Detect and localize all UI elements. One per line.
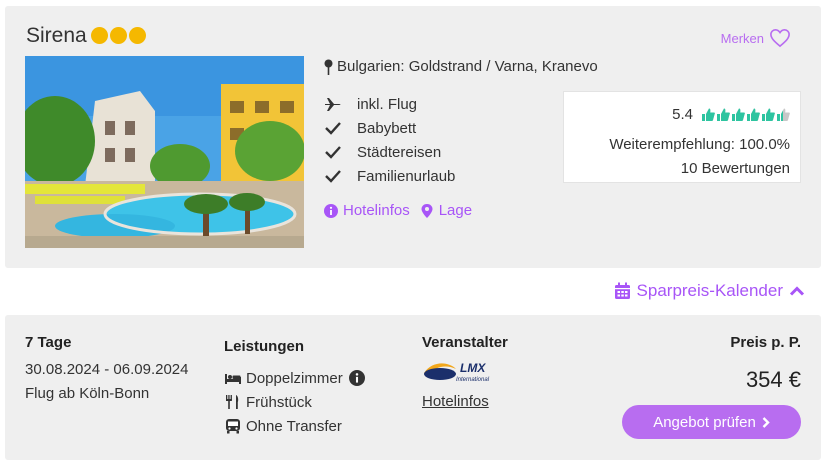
hotel-photo[interactable] — [25, 56, 304, 248]
lmx-logo-icon: LMX International — [424, 361, 490, 383]
calendar-label: Sparpreis-Kalender — [636, 281, 783, 300]
operator-logo: LMX International — [422, 357, 502, 385]
services-title: Leistungen — [224, 338, 305, 355]
calendar-icon — [614, 282, 630, 299]
merken-button[interactable]: Merken — [721, 28, 791, 48]
thumbs-rating — [701, 107, 790, 122]
bed-icon — [225, 374, 241, 384]
price-label: Preis p. P. — [730, 334, 801, 351]
operator-title: Veranstalter — [422, 334, 508, 351]
star-rating — [91, 27, 146, 44]
offer-operator-column: Veranstalter LMX International Hotelinfo… — [422, 334, 508, 410]
hotel-links: Hotelinfos Lage — [324, 202, 472, 219]
rating-score: 5.4 — [672, 106, 693, 123]
cutlery-icon — [226, 395, 239, 409]
offer-departure: Flug ab Köln-Bonn — [25, 385, 150, 402]
lage-link[interactable]: Lage — [420, 202, 472, 219]
info-icon[interactable] — [348, 370, 366, 386]
rating-score-row: 5.4 — [672, 106, 790, 123]
lage-label: Lage — [438, 202, 473, 219]
hotel-location: Bulgarien: Goldstrand / Varna, Kranevo — [324, 58, 598, 75]
checkmark-icon — [325, 170, 341, 183]
checkmark-icon — [325, 146, 341, 159]
rating-box[interactable]: 5.4 Weiterempfehlung: 100.0% 10 Bewertun… — [563, 91, 801, 183]
thumbs-up-icon — [747, 108, 760, 121]
chevron-up-icon — [789, 286, 805, 296]
service-label: Doppelzimmer — [246, 369, 343, 387]
star-dot-icon — [110, 27, 127, 44]
sparpreis-kalender-toggle[interactable]: Sparpreis-Kalender — [614, 281, 805, 301]
location-marker-icon — [421, 203, 433, 218]
angebot-pruefen-button[interactable]: Angebot prüfen — [622, 405, 801, 439]
plane-icon — [325, 98, 341, 111]
hotelinfos-link[interactable]: Hotelinfos — [324, 202, 410, 219]
hotel-photo-graphic — [25, 56, 304, 248]
thumbs-up-icon — [732, 108, 745, 121]
operator-hotelinfos-link[interactable]: Hotelinfos — [422, 393, 508, 410]
bus-icon — [226, 419, 240, 434]
cta-label: Angebot prüfen — [653, 413, 756, 431]
recommendation-rate: Weiterempfehlung: 100.0% — [609, 136, 790, 153]
thumbs-up-icon — [762, 108, 775, 121]
info-icon — [324, 203, 338, 218]
merken-label: Merken — [720, 30, 764, 46]
hotel-name[interactable]: Sirena — [26, 24, 87, 48]
feature-label: inkl. Flug — [357, 95, 418, 113]
star-dot-icon — [129, 27, 146, 44]
map-pin-icon — [324, 59, 333, 75]
checkmark-icon — [325, 122, 341, 135]
feature-list: inkl. Flug Babybett Städtereisen Familie… — [324, 92, 455, 188]
feature-label: Familienurlaub — [357, 167, 456, 185]
operator-logo-subtext: International — [456, 377, 490, 383]
thumbs-up-icon — [777, 108, 790, 121]
thumbs-up-icon — [702, 108, 715, 121]
hotelinfos-label: Hotelinfos — [343, 202, 410, 219]
offer-dates: 30.08.2024 - 06.09.2024 — [25, 361, 189, 378]
feature-item: Familienurlaub — [324, 164, 455, 188]
service-item: Ohne Transfer — [224, 414, 366, 438]
offer-price-column: Preis p. P. 354 € — [730, 334, 801, 393]
review-count[interactable]: 10 Bewertungen — [681, 160, 790, 177]
offer-duration: 7 Tage — [25, 334, 72, 351]
chevron-right-icon — [762, 416, 770, 428]
service-label: Frühstück — [246, 393, 312, 411]
location-text: Bulgarien: Goldstrand / Varna, Kranevo — [337, 58, 598, 75]
offer-duration-column: 7 Tage 30.08.2024 - 06.09.2024 Flug ab K… — [25, 334, 188, 402]
offer-row: 7 Tage 30.08.2024 - 06.09.2024 Flug ab K… — [5, 315, 821, 460]
feature-label: Städtereisen — [357, 143, 442, 161]
heart-icon — [770, 28, 790, 48]
offer-price: 354 € — [745, 367, 801, 392]
offer-services-column: Leistungen Doppelzimmer Frühstück Ohne T… — [224, 338, 366, 438]
service-item: Frühstück — [224, 390, 366, 414]
feature-item: Babybett — [324, 116, 455, 140]
service-item: Doppelzimmer — [224, 366, 366, 390]
operator-logo-text: LMX — [460, 361, 486, 375]
service-label: Ohne Transfer — [246, 417, 342, 435]
thumbs-up-icon — [717, 108, 730, 121]
feature-item: inkl. Flug — [324, 92, 455, 116]
feature-label: Babybett — [357, 119, 417, 137]
feature-item: Städtereisen — [324, 140, 455, 164]
star-dot-icon — [91, 27, 108, 44]
hotel-card: Sirena Merken Bulgarien: Goldstrand / Va… — [5, 6, 821, 268]
